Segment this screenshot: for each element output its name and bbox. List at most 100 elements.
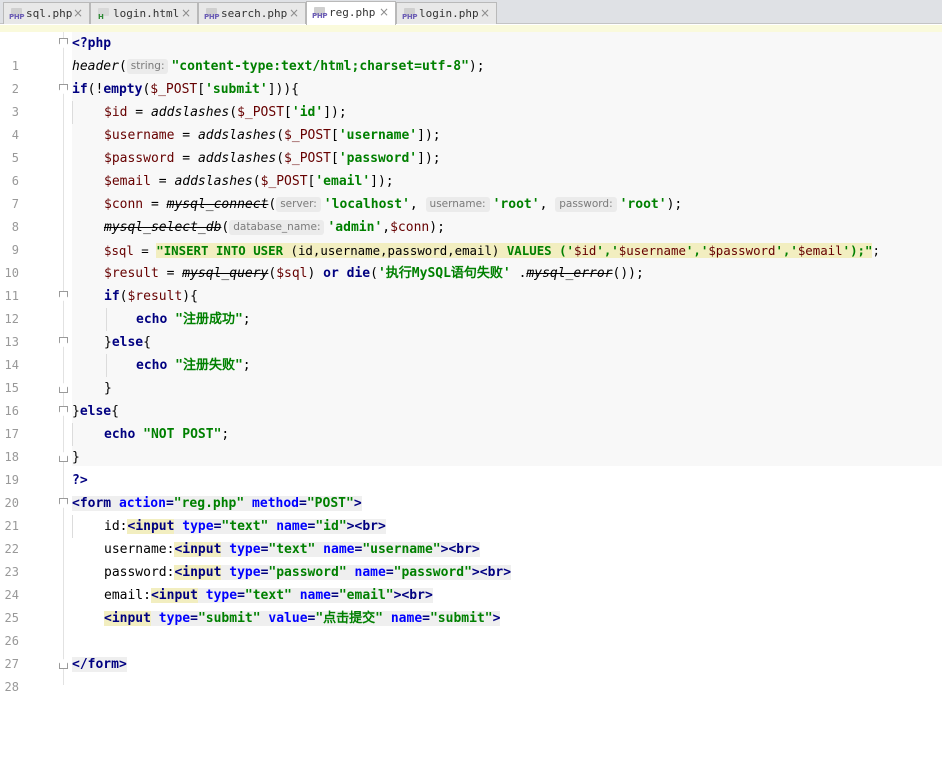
punct: (: [268, 197, 277, 212]
keyword: empty: [103, 82, 143, 97]
code-line-14: 14 }else{: [0, 331, 942, 372]
fold-close-icon[interactable]: [59, 383, 68, 393]
variable: $email: [104, 174, 151, 189]
code-editor[interactable]: 1 <?php 2 header(string: "content-type:te…: [0, 32, 942, 694]
string-literal: 'email': [315, 174, 371, 189]
punct: ;: [872, 243, 880, 258]
tab-search-php[interactable]: PHP search.php ×: [198, 2, 306, 24]
fold-open-icon[interactable]: [59, 38, 68, 48]
variable: $_POST: [237, 105, 285, 120]
close-tab-icon[interactable]: ×: [289, 6, 299, 20]
html-tag: <br>: [354, 519, 386, 534]
fold-open-icon[interactable]: [59, 291, 68, 301]
keyword: echo: [104, 427, 136, 442]
html-tag: <br>: [448, 542, 480, 557]
html-tag: <br>: [479, 565, 512, 580]
variable: $username: [104, 128, 175, 143]
punct: ){: [182, 289, 198, 304]
string-literal: ');: [842, 243, 865, 258]
code-line-8: 8 $conn = mysql_connect(server:'localhos…: [0, 193, 942, 234]
html-text: email:: [104, 588, 151, 603]
keyword: else: [79, 404, 112, 419]
punct: =: [127, 105, 151, 120]
punct: (: [276, 128, 285, 143]
attr-value: "id": [315, 519, 347, 534]
attr-value: "text": [268, 542, 316, 557]
php-close-tag: ?>: [72, 473, 88, 488]
code-line-3: 3 if(!empty($_POST['submit'])){: [0, 78, 942, 119]
close-tab-icon[interactable]: ×: [379, 5, 389, 19]
punct: }: [72, 450, 80, 465]
code-line-26: 26 <input type="submit" value="点击提交" nam…: [0, 607, 942, 648]
html-tag: input: [135, 519, 175, 534]
punct: .: [510, 266, 527, 281]
string-literal: 'username': [338, 128, 418, 143]
string-literal: "content-type:text/html;charset=utf-8": [171, 59, 469, 74]
fold-open-icon[interactable]: [59, 498, 68, 508]
tab-sql-php[interactable]: PHP sql.php ×: [3, 2, 90, 24]
indent-guide: [106, 354, 107, 377]
punct: {: [111, 404, 119, 419]
code-line-4: 4 $id = addslashes($_POST['id']);: [0, 101, 942, 142]
deprecated-function-name: mysql_connect: [166, 197, 269, 212]
punct: ;: [242, 358, 251, 373]
tab-login-php[interactable]: PHP login.php ×: [396, 2, 497, 24]
fold-close-icon[interactable]: [59, 452, 68, 462]
tag-bracket: >: [353, 496, 362, 511]
attr-value: "submit": [197, 611, 261, 626]
close-tab-icon[interactable]: ×: [73, 6, 83, 20]
tag-bracket: >: [471, 565, 480, 580]
attr-name: type: [221, 565, 261, 580]
punct: ,: [409, 197, 426, 212]
code-line-12: 12 if($result){: [0, 285, 942, 326]
string-literal: 'id': [291, 105, 324, 120]
keyword: echo: [136, 358, 168, 373]
fold-open-icon[interactable]: [59, 406, 68, 416]
punct: ]);: [417, 128, 441, 143]
indent-guide: [72, 423, 73, 446]
punct: =: [385, 565, 394, 580]
variable: $result: [104, 266, 159, 281]
attr-value: "submit": [429, 611, 493, 626]
string-literal: 'localhost': [323, 197, 410, 212]
tag-bracket: >: [346, 519, 355, 534]
code-line-16: 16 }: [0, 377, 942, 418]
punct: =: [237, 588, 245, 603]
punct: =: [422, 611, 430, 626]
attr-value: "POST": [306, 496, 354, 511]
variable: $sql: [276, 266, 308, 281]
punct: =: [133, 243, 157, 258]
fold-close-icon[interactable]: [59, 659, 68, 669]
punct: =: [174, 128, 198, 143]
attr-value: "text": [221, 519, 269, 534]
attr-name: type: [197, 588, 238, 603]
punct: ])){: [267, 82, 300, 97]
fold-open-icon[interactable]: [59, 84, 68, 94]
variable: $password: [104, 151, 175, 166]
close-tab-icon[interactable]: ×: [480, 6, 490, 20]
php-file-icon: PHP: [204, 8, 220, 21]
code-line-17: 17 }else{: [0, 400, 942, 441]
attr-name: name: [291, 588, 332, 603]
code-line-23: 23 username:<input type="text" name="use…: [0, 538, 942, 579]
tab-login-html[interactable]: H login.html ×: [90, 2, 198, 24]
attr-name: name: [268, 519, 308, 534]
punct: (!: [87, 82, 104, 97]
parameter-hint: server:: [276, 197, 321, 212]
fold-open-icon[interactable]: [59, 337, 68, 347]
punct: [339, 266, 347, 281]
code-line-22: 22 id:<input type="text" name="id"><br>: [0, 515, 942, 556]
punct: ,: [539, 197, 556, 212]
variable: $conn: [390, 220, 430, 235]
variable: $username: [618, 243, 686, 258]
attr-value: "password": [268, 565, 347, 580]
tab-reg-php[interactable]: PHP reg.php ×: [306, 1, 396, 25]
deprecated-function-name: mysql_error: [526, 266, 613, 281]
function-name: addslashes: [174, 174, 253, 189]
variable: $conn: [104, 197, 144, 212]
attr-name: action: [111, 496, 166, 511]
parameter-hint: string:: [126, 59, 169, 74]
close-tab-icon[interactable]: ×: [181, 6, 191, 20]
html-closing-tag: </form>: [72, 657, 127, 672]
punct: }: [104, 335, 112, 350]
